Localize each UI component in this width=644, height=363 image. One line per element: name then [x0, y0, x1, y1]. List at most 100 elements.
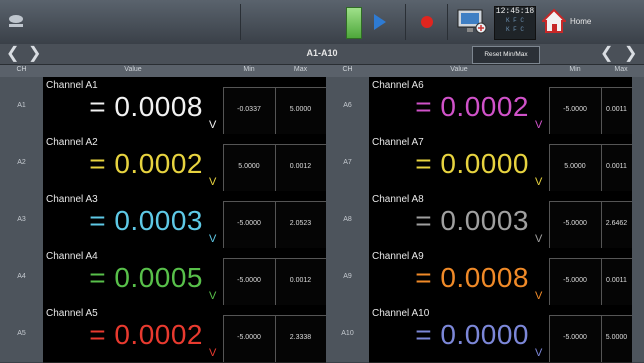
channel-row[interactable]: A4 Channel A4 = 0.0005 V -5.0000 0.0012 [0, 248, 327, 306]
channel-id: A10 [326, 305, 369, 363]
channel-name: Channel A5 [46, 308, 98, 319]
channel-name: Channel A10 [372, 308, 430, 319]
channel-unit: V [535, 119, 543, 131]
channel-value: = 0.0002 [89, 148, 203, 179]
max-cell: 5.0000 [275, 77, 327, 135]
channel-id-label: A2 [17, 159, 26, 166]
page-nav: ❮ ❯ A1-A10 ❮ ❯ [0, 44, 644, 65]
channel-row[interactable]: A6 Channel A6 = 0.0002 V -5.0000 0.0011 [326, 77, 633, 135]
tooltip: Reset Min/Max [472, 46, 540, 64]
channel-name: Channel A9 [372, 251, 424, 262]
min-cell: -5.0000 [549, 191, 602, 249]
min-value: -5.0000 [563, 334, 587, 341]
max-value: 0.0011 [606, 277, 627, 284]
channel-value-panel[interactable]: Channel A5 = 0.0002 V [43, 305, 223, 363]
channel-value-panel[interactable]: Channel A9 = 0.0008 V [369, 248, 549, 306]
reset-min-max-icon[interactable] [457, 9, 487, 35]
max-cell: 2.3338 [275, 305, 327, 363]
column-ch: CH [342, 66, 353, 73]
min-value: 5.0000 [564, 163, 586, 170]
channel-row[interactable]: A10 Channel A10 = 0.0000 V -5.0000 5.0000 [326, 305, 633, 363]
column-value: Value [450, 66, 468, 73]
channel-id: A1 [0, 77, 43, 135]
channel-id-label: A5 [17, 330, 26, 337]
clock-time: 12:45:18 [495, 7, 535, 16]
channel-unit: V [535, 290, 543, 302]
channel-value: = 0.0005 [89, 262, 203, 293]
channel-value: = 0.0003 [89, 205, 203, 236]
channel-row[interactable]: A5 Channel A5 = 0.0002 V -5.0000 2.3338 [0, 305, 327, 363]
clock-status: K F C [505, 17, 524, 24]
min-value: -0.0337 [237, 106, 261, 113]
chevron-right-icon[interactable]: ❯ [624, 45, 637, 63]
channel-value-panel[interactable]: Channel A6 = 0.0002 V [369, 77, 549, 135]
channel-row[interactable]: A2 Channel A2 = 0.0002 V 5.0000 0.0012 [0, 134, 327, 192]
channel-id: A2 [0, 134, 43, 192]
channel-unit: V [209, 290, 217, 302]
record-icon[interactable] [421, 16, 433, 28]
channel-id-label: A10 [341, 330, 354, 337]
channel-name: Channel A4 [46, 251, 98, 262]
toolbar-divider [240, 4, 241, 40]
channel-row[interactable]: A3 Channel A3 = 0.0003 V -5.0000 2.0523 [0, 191, 327, 249]
home-button[interactable]: Home [542, 6, 636, 38]
channel-value-panel[interactable]: Channel A10 = 0.0000 V [369, 305, 549, 363]
menu-icon[interactable] [6, 12, 26, 32]
min-cell: -5.0000 [223, 248, 276, 306]
max-cell: 0.0011 [601, 134, 633, 192]
channel-id: A5 [0, 305, 43, 363]
channel-name: Channel A6 [372, 80, 424, 91]
min-cell: -5.0000 [549, 77, 602, 135]
toolbar: 12:45:18 K F C K F C Home [0, 0, 644, 45]
channel-id-label: A1 [17, 102, 26, 109]
channel-name: Channel A7 [372, 137, 424, 148]
channel-value: = 0.0008 [415, 262, 529, 293]
channel-id-label: A9 [343, 273, 352, 280]
channel-value: = 0.0003 [415, 205, 529, 236]
clock-status: K F C [505, 26, 524, 33]
channel-id: A3 [0, 191, 43, 249]
channel-value: = 0.0008 [89, 91, 203, 122]
home-label: Home [570, 17, 592, 26]
min-cell: -5.0000 [549, 305, 602, 363]
channel-value-panel[interactable]: Channel A4 = 0.0005 V [43, 248, 223, 306]
min-value: -5.0000 [563, 106, 587, 113]
channel-value-panel[interactable]: Channel A7 = 0.0000 V [369, 134, 549, 192]
toolbar-divider [405, 4, 406, 40]
channel-id-label: A6 [343, 102, 352, 109]
channel-value-panel[interactable]: Channel A1 = 0.0008 V [43, 77, 223, 135]
max-value: 5.0000 [289, 106, 312, 113]
channel-value: = 0.0002 [415, 91, 529, 122]
play-icon[interactable] [374, 14, 386, 30]
status-indicator [346, 7, 362, 39]
channel-unit: V [209, 347, 217, 359]
max-value: 2.3338 [289, 334, 312, 341]
max-cell: 2.6462 [601, 191, 633, 249]
channel-row[interactable]: A9 Channel A9 = 0.0008 V -5.0000 0.0011 [326, 248, 633, 306]
max-value: 0.0012 [289, 277, 312, 284]
channel-id-label: A8 [343, 216, 352, 223]
home-icon [542, 8, 566, 33]
channel-value-panel[interactable]: Channel A3 = 0.0003 V [43, 191, 223, 249]
channel-row[interactable]: A8 Channel A8 = 0.0003 V -5.0000 2.6462 [326, 191, 633, 249]
channel-value-panel[interactable]: Channel A8 = 0.0003 V [369, 191, 549, 249]
page-title: A1-A10 [306, 48, 338, 58]
max-cell: 5.0000 [601, 305, 633, 363]
min-cell: 5.0000 [549, 134, 602, 192]
chevron-left-icon[interactable]: ❮ [600, 45, 613, 63]
channel-row[interactable]: A7 Channel A7 = 0.0000 V 5.0000 0.0011 [326, 134, 633, 192]
max-cell: 0.0012 [275, 248, 327, 306]
channel-value: = 0.0002 [89, 319, 203, 350]
channel-unit: V [209, 233, 217, 245]
max-value: 5.0000 [605, 334, 628, 341]
channel-id-label: A3 [17, 216, 26, 223]
min-cell: -5.0000 [223, 191, 276, 249]
channel-row[interactable]: A1 Channel A1 = 0.0008 V -0.0337 5.0000 [0, 77, 327, 135]
scrollbar[interactable] [632, 77, 644, 362]
channel-id: A6 [326, 77, 369, 135]
min-cell: -5.0000 [549, 248, 602, 306]
channel-value-panel[interactable]: Channel A2 = 0.0002 V [43, 134, 223, 192]
column-header: CH Value Min Max [0, 65, 326, 77]
min-value: -5.0000 [237, 220, 261, 227]
channel-id: A4 [0, 248, 43, 306]
